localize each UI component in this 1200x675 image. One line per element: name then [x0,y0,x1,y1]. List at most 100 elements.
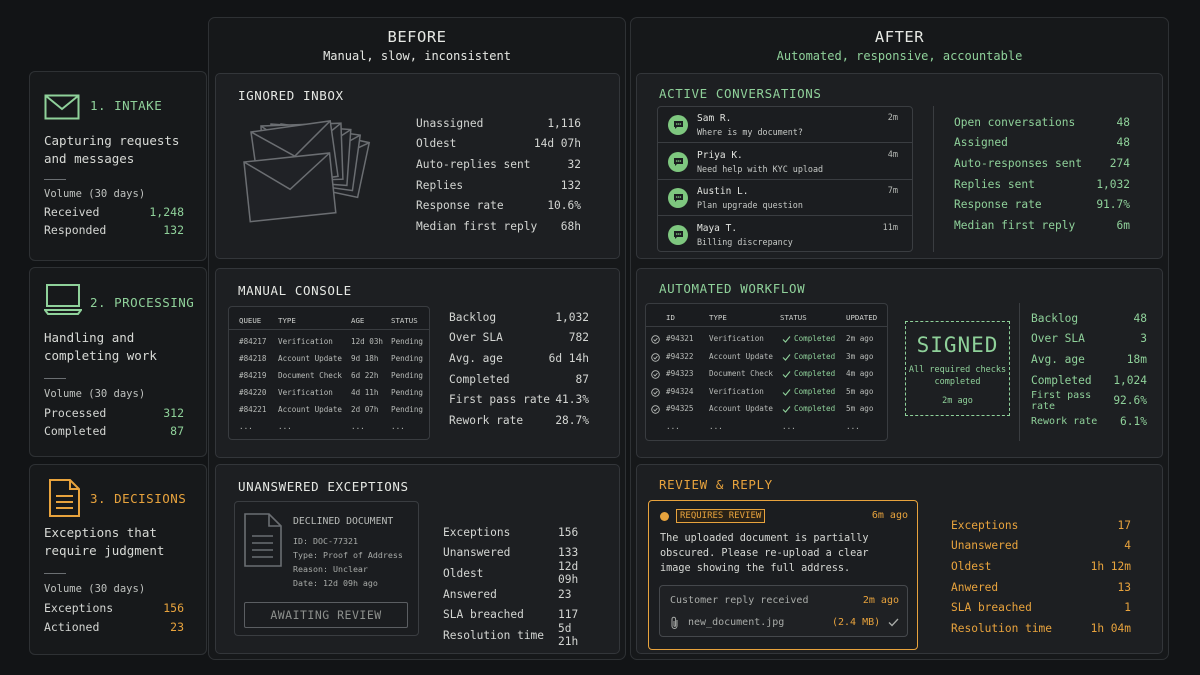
stat-row: Replies sent 1,032 [954,177,1130,191]
check-circle-icon [651,387,660,397]
customer-reply-box[interactable]: Customer reply received 2m ago new_docum… [659,585,908,637]
check-circle-icon [651,405,660,414]
table-cell: #84221 [239,405,267,414]
review-stats: Exceptions 17 Unanswered 4 Oldest 1h 12m An… [951,515,1131,639]
message-preview: Where is my document? [697,127,803,137]
message-time: 4m [887,149,898,160]
table-cell: ... [239,422,253,431]
stamp-time: 2m ago [942,396,973,406]
column-header: ID [666,313,675,322]
table-cell: 12d 03h [351,337,384,346]
console-stats: Backlog 1,032 Over SLA 782 Avg. age 6d 14h … [449,307,589,431]
active-conversations-panel: ACTIVE CONVERSATIONS Sam R. Where is my d… [636,73,1163,259]
conversation-item[interactable]: Austin L. Plan upgrade question 7m [658,180,912,216]
divider [646,326,887,327]
stat-row: Resolution time 1h 04m [951,621,1131,635]
table-cell: Document Check [278,371,343,380]
table-cell: 9d 18h [351,354,379,363]
stat-row: Response rate 91.7% [954,198,1130,212]
panel-title: IGNORED INBOX [238,88,344,103]
stamp-text: All required checks [908,365,1007,375]
stat-row: Median first reply 68h [416,219,581,233]
stage-row: Responded 132 [44,223,184,237]
table-cell: #94321 [666,334,694,343]
table-cell: ... [391,422,405,431]
check-icon [782,388,791,396]
automated-workflow-panel: AUTOMATED WORKFLOW ID TYPE STATUS UPDATE… [636,268,1163,458]
table-cell: 5m ago [846,404,874,413]
table-cell: Verification [709,386,764,396]
unanswered-exceptions-panel: UNANSWERED EXCEPTIONS DECLINED DOCUMENT … [215,464,620,654]
stat-row: Rework rate 28.7% [449,413,589,427]
stat-row: Completed 1,024 [1031,373,1147,387]
conversation-item[interactable]: Priya K. Need help with KYC upload 4m [658,144,912,180]
check-icon [888,618,899,627]
row-label: Exceptions [44,601,114,615]
contact-name: Priya K. [697,149,743,161]
file-size: (2.4 MB) [832,617,881,628]
message-time: 7m [887,186,898,196]
divider [44,573,66,574]
card-line: Date: 12d 09h ago [293,578,378,588]
table-cell: Verification [278,388,333,397]
row-value: 23 [170,620,184,634]
panel-title: AUTOMATED WORKFLOW [659,281,806,296]
stage-decisions: 3. DECISIONS Exceptions that require jud… [29,464,207,655]
stat-row: Median first reply 6m [954,218,1130,232]
check-circle-icon [651,370,660,379]
badge-time: 6m ago [871,510,908,521]
volume-label: Volume (30 days) [44,188,146,200]
table-cell: #94323 [666,369,694,378]
stat-row: Avg. age 18m [1031,352,1147,366]
row-label: Received [44,205,100,219]
column-header: AGE [351,316,365,325]
table-cell: #84220 [239,388,267,397]
column-header: TYPE [278,316,296,325]
message-preview: Need help with KYC upload [697,163,824,174]
table-cell: ... [351,422,365,431]
check-circle-icon [651,352,660,362]
column-header: TYPE [709,313,727,322]
conversation-stats: Open conversations 48 Assigned 48 Auto-res… [954,112,1130,236]
stat-row: Assigned 48 [954,136,1130,150]
stat-row: Oldest 1h 12m [951,559,1131,573]
contact-name: Austin L. [697,186,749,197]
stage-row: Actioned 23 [44,620,184,634]
stat-row: Response rate 10.6% [416,199,581,213]
table-cell: 2d 07h [351,405,379,414]
stage-row: Received 1,248 [44,205,184,219]
stage-title: 3. DECISIONS [90,491,187,506]
stage-title: 1. INTAKE [90,98,163,113]
table-cell: Completed [794,369,836,378]
chat-bubble-icon [668,188,688,208]
status-dot [660,512,669,521]
declined-document-card: DECLINED DOCUMENT ID: DOC-77321 Type: Pr… [234,501,419,636]
conversation-item[interactable]: Maya T. Billing discrepancy 11m [658,217,912,252]
conversation-item[interactable]: Sam R. Where is my document? 2m [658,107,912,143]
file-name[interactable]: new_document.jpg [688,617,784,628]
stat-row: Unanswered 4 [951,539,1131,553]
awaiting-review-button[interactable]: AWAITING REVIEW [244,602,408,628]
table-cell: Pending [391,337,424,346]
row-value: 1,248 [149,205,184,219]
after-column: AFTER Automated, responsive, accountable… [630,17,1169,660]
table-cell: Completed [794,351,836,361]
panel-title: ACTIVE CONVERSATIONS [659,86,822,101]
contact-name: Sam R. [697,113,732,124]
stat-row: Oldest 14d 07h [416,137,581,151]
stat-row: Over SLA 782 [449,331,589,345]
panel-title: REVIEW & REPLY [659,477,773,492]
table-cell: Account Update [278,354,343,363]
manual-console-panel: MANUAL CONSOLE QUEUE TYPE AGE STATUS #84… [215,268,620,458]
stat-row: Unassigned 1,116 [416,116,581,130]
stat-row: Answered 23 [443,587,572,601]
row-label: Actioned [44,620,100,634]
stage-title: 2. PROCESSING [90,295,195,310]
inbox-stats: Unassigned 1,116 Oldest 14d 07h Auto-repli… [416,113,581,237]
conversation-list[interactable]: Sam R. Where is my document? 2m Priya K. Nee… [657,106,913,252]
stage-description: Capturing requests and messages [44,133,180,166]
table-cell: 5m ago [846,386,874,396]
table-cell: Verification [709,334,764,343]
review-message: The uploaded document is partially obscu… [660,533,869,574]
volume-label: Volume (30 days) [44,583,146,595]
